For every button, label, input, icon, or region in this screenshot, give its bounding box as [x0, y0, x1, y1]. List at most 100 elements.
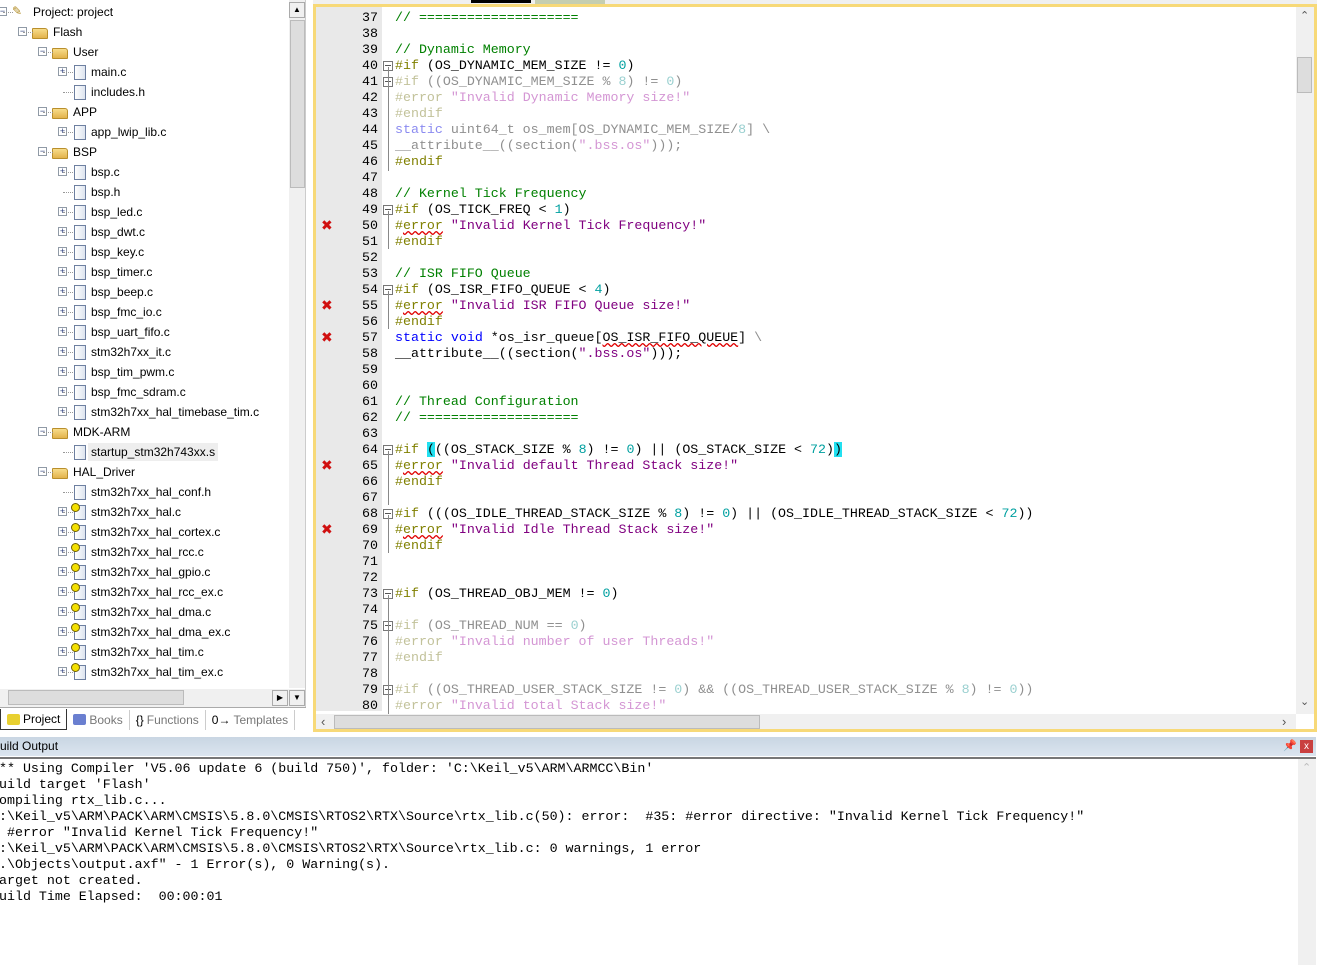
code-line[interactable]: 52 — [316, 250, 1296, 266]
code-line[interactable]: 76 #error "Invalid number of user Threads… — [316, 634, 1296, 650]
editor-vertical-scrollbar[interactable]: ⌃ ⌄ — [1296, 7, 1314, 714]
tree-item[interactable]: stm32h7xx_hal.c — [71, 502, 184, 522]
build-output-pane[interactable]: ** Using Compiler 'V5.06 update 6 (build… — [0, 757, 1316, 965]
code-line[interactable]: 53 // ISR FIFO Queue — [316, 266, 1296, 282]
tree-item[interactable]: stm32h7xx_hal_conf.h — [72, 482, 214, 502]
code-line[interactable]: ✖ 65 #error "Invalid default Thread Stack … — [316, 458, 1296, 474]
code-line[interactable]: 61 // Thread Configuration — [316, 394, 1296, 410]
tree-item[interactable]: includes.h — [72, 82, 148, 102]
tree-item[interactable]: stm32h7xx_it.c — [72, 342, 174, 362]
tree-item[interactable]: startup_stm32h743xx.s — [72, 442, 219, 462]
tree-item[interactable]: bsp_led.c — [72, 202, 145, 222]
code-line[interactable]: 70 #endif — [316, 538, 1296, 554]
code-line[interactable]: 74 — [316, 602, 1296, 618]
tree-item[interactable]: APP — [52, 102, 100, 122]
pin-icon[interactable]: 📌 — [1283, 737, 1297, 756]
tree-item[interactable]: stm32h7xx_hal_timebase_tim.c — [72, 402, 262, 422]
tab-templates[interactable]: 0→ Templates — [206, 709, 296, 730]
tree-item[interactable]: bsp_key.c — [72, 242, 147, 262]
tree-item[interactable]: bsp_fmc_io.c — [72, 302, 165, 322]
tree-item[interactable]: User — [52, 42, 101, 62]
scroll-up-icon[interactable]: ⌃ — [1300, 9, 1309, 22]
code-line[interactable]: 78 — [316, 666, 1296, 682]
scroll-left-icon[interactable]: ‹ — [321, 714, 325, 729]
code-line[interactable]: 39 // Dynamic Memory — [316, 42, 1296, 58]
code-line[interactable]: 59 — [316, 362, 1296, 378]
code-line[interactable]: 47 — [316, 170, 1296, 186]
code-line[interactable]: 72 — [316, 570, 1296, 586]
code-editor[interactable]: 37 // ==================== 38 39 // Dynamic … — [313, 4, 1317, 732]
code-line[interactable]: 44 static uint64_t os_mem[OS_DYNAMIC_MEM_… — [316, 122, 1296, 138]
code-line[interactable]: 62 // ==================== — [316, 410, 1296, 426]
code-line[interactable]: 43 #endif — [316, 106, 1296, 122]
tree-item[interactable]: bsp_beep.c — [72, 282, 156, 302]
tree-item[interactable]: HAL_Driver — [52, 462, 138, 482]
tree-item[interactable]: ✎ Project: project — [12, 2, 116, 22]
tree-item[interactable]: stm32h7xx_hal_tim.c — [71, 642, 207, 662]
tree-item[interactable]: stm32h7xx_hal_dma.c — [71, 602, 214, 622]
code-line[interactable]: 40 #if (OS_DYNAMIC_MEM_SIZE != 0) — [316, 58, 1296, 74]
tree-item[interactable]: bsp_timer.c — [72, 262, 155, 282]
scroll-right-icon[interactable]: › — [1282, 714, 1286, 729]
tree-item[interactable]: bsp_tim_pwm.c — [72, 362, 177, 382]
scroll-thumb[interactable] — [290, 20, 305, 188]
tree-item[interactable]: bsp_uart_fifo.c — [72, 322, 173, 342]
tree-item[interactable]: stm32h7xx_hal_rcc_ex.c — [71, 582, 226, 602]
active-file-tab[interactable] — [471, 0, 531, 3]
scroll-down-button[interactable]: ▼ — [289, 690, 305, 706]
code-line[interactable]: 73 #if (OS_THREAD_OBJ_MEM != 0) — [316, 586, 1296, 602]
tree-vertical-scrollbar[interactable]: ▲ — [289, 0, 305, 688]
error-marker-icon[interactable]: ✖ — [321, 522, 333, 538]
code-line[interactable]: 80 #error "Invalid total Stack size!" — [316, 698, 1296, 714]
scroll-right-button[interactable]: ▶ — [272, 690, 288, 706]
tree-item[interactable]: bsp.c — [72, 162, 123, 182]
editor-horizontal-scrollbar[interactable]: ‹ › — [316, 714, 1296, 729]
code-line[interactable]: 68 #if (((OS_IDLE_THREAD_STACK_SIZE % 8) … — [316, 506, 1296, 522]
code-line[interactable]: 51 #endif — [316, 234, 1296, 250]
tree-item[interactable]: main.c — [72, 62, 129, 82]
code-line[interactable]: ✖ 57 static void *os_isr_queue[OS_ISR_FIFO… — [316, 330, 1296, 346]
output-vertical-scrollbar[interactable]: ⌃ — [1298, 759, 1316, 965]
tree-item[interactable]: bsp.h — [72, 182, 123, 202]
code-line[interactable]: 42 #error "Invalid Dynamic Memory size!" — [316, 90, 1296, 106]
error-marker-icon[interactable]: ✖ — [321, 218, 333, 234]
error-marker-icon[interactable]: ✖ — [321, 458, 333, 474]
tree-item[interactable]: stm32h7xx_hal_cortex.c — [71, 522, 223, 542]
tree-item[interactable]: BSP — [52, 142, 100, 162]
h-scroll-thumb[interactable] — [334, 715, 760, 729]
tab-functions[interactable]: {} Functions — [130, 709, 206, 730]
error-marker-icon[interactable]: ✖ — [321, 298, 333, 314]
code-line[interactable]: 71 — [316, 554, 1296, 570]
close-icon[interactable]: x — [1300, 740, 1313, 753]
code-line[interactable]: 37 // ==================== — [316, 10, 1296, 26]
code-line[interactable]: 67 — [316, 490, 1296, 506]
tree-item[interactable]: stm32h7xx_hal_rcc.c — [71, 542, 207, 562]
code-line[interactable]: 41 #if ((OS_DYNAMIC_MEM_SIZE % 8) != 0) — [316, 74, 1296, 90]
tab-books[interactable]: Books — [67, 709, 130, 730]
code-line[interactable]: 45 __attribute__((section(".bss.os"))); — [316, 138, 1296, 154]
tab-project[interactable]: Project — [0, 709, 68, 730]
tree-item[interactable]: stm32h7xx_hal_tim_ex.c — [71, 662, 226, 682]
code-line[interactable]: ✖ 50 #error "Invalid Kernel Tick Frequency… — [316, 218, 1296, 234]
code-line[interactable]: 64 #if (((OS_STACK_SIZE % 8) != 0) || (OS… — [316, 442, 1296, 458]
code-line[interactable]: 66 #endif — [316, 474, 1296, 490]
scroll-thumb[interactable] — [1297, 57, 1312, 93]
h-scroll-thumb[interactable] — [8, 690, 184, 705]
code-line[interactable]: 75 #if (OS_THREAD_NUM == 0) — [316, 618, 1296, 634]
code-line[interactable]: 49 #if (OS_TICK_FREQ < 1) — [316, 202, 1296, 218]
tree-horizontal-scrollbar[interactable]: ▶ ▼ — [0, 689, 305, 707]
scroll-up-button[interactable]: ▲ — [289, 2, 305, 18]
code-line[interactable]: 60 — [316, 378, 1296, 394]
scroll-up-icon[interactable]: ⌃ — [1302, 761, 1311, 774]
code-line[interactable]: 79 #if ((OS_THREAD_USER_STACK_SIZE != 0) … — [316, 682, 1296, 698]
code-line[interactable]: 48 // Kernel Tick Frequency — [316, 186, 1296, 202]
tree-item[interactable]: stm32h7xx_hal_dma_ex.c — [71, 622, 233, 642]
code-line[interactable]: 46 #endif — [316, 154, 1296, 170]
code-line[interactable]: 56 #endif — [316, 314, 1296, 330]
tree-item[interactable]: app_lwip_lib.c — [72, 122, 169, 142]
code-line[interactable]: 63 — [316, 426, 1296, 442]
code-line[interactable]: 38 — [316, 26, 1296, 42]
error-marker-icon[interactable]: ✖ — [321, 330, 333, 346]
code-line[interactable]: 58 __attribute__((section(".bss.os"))); — [316, 346, 1296, 362]
code-line[interactable]: ✖ 69 #error "Invalid Idle Thread Stack siz… — [316, 522, 1296, 538]
